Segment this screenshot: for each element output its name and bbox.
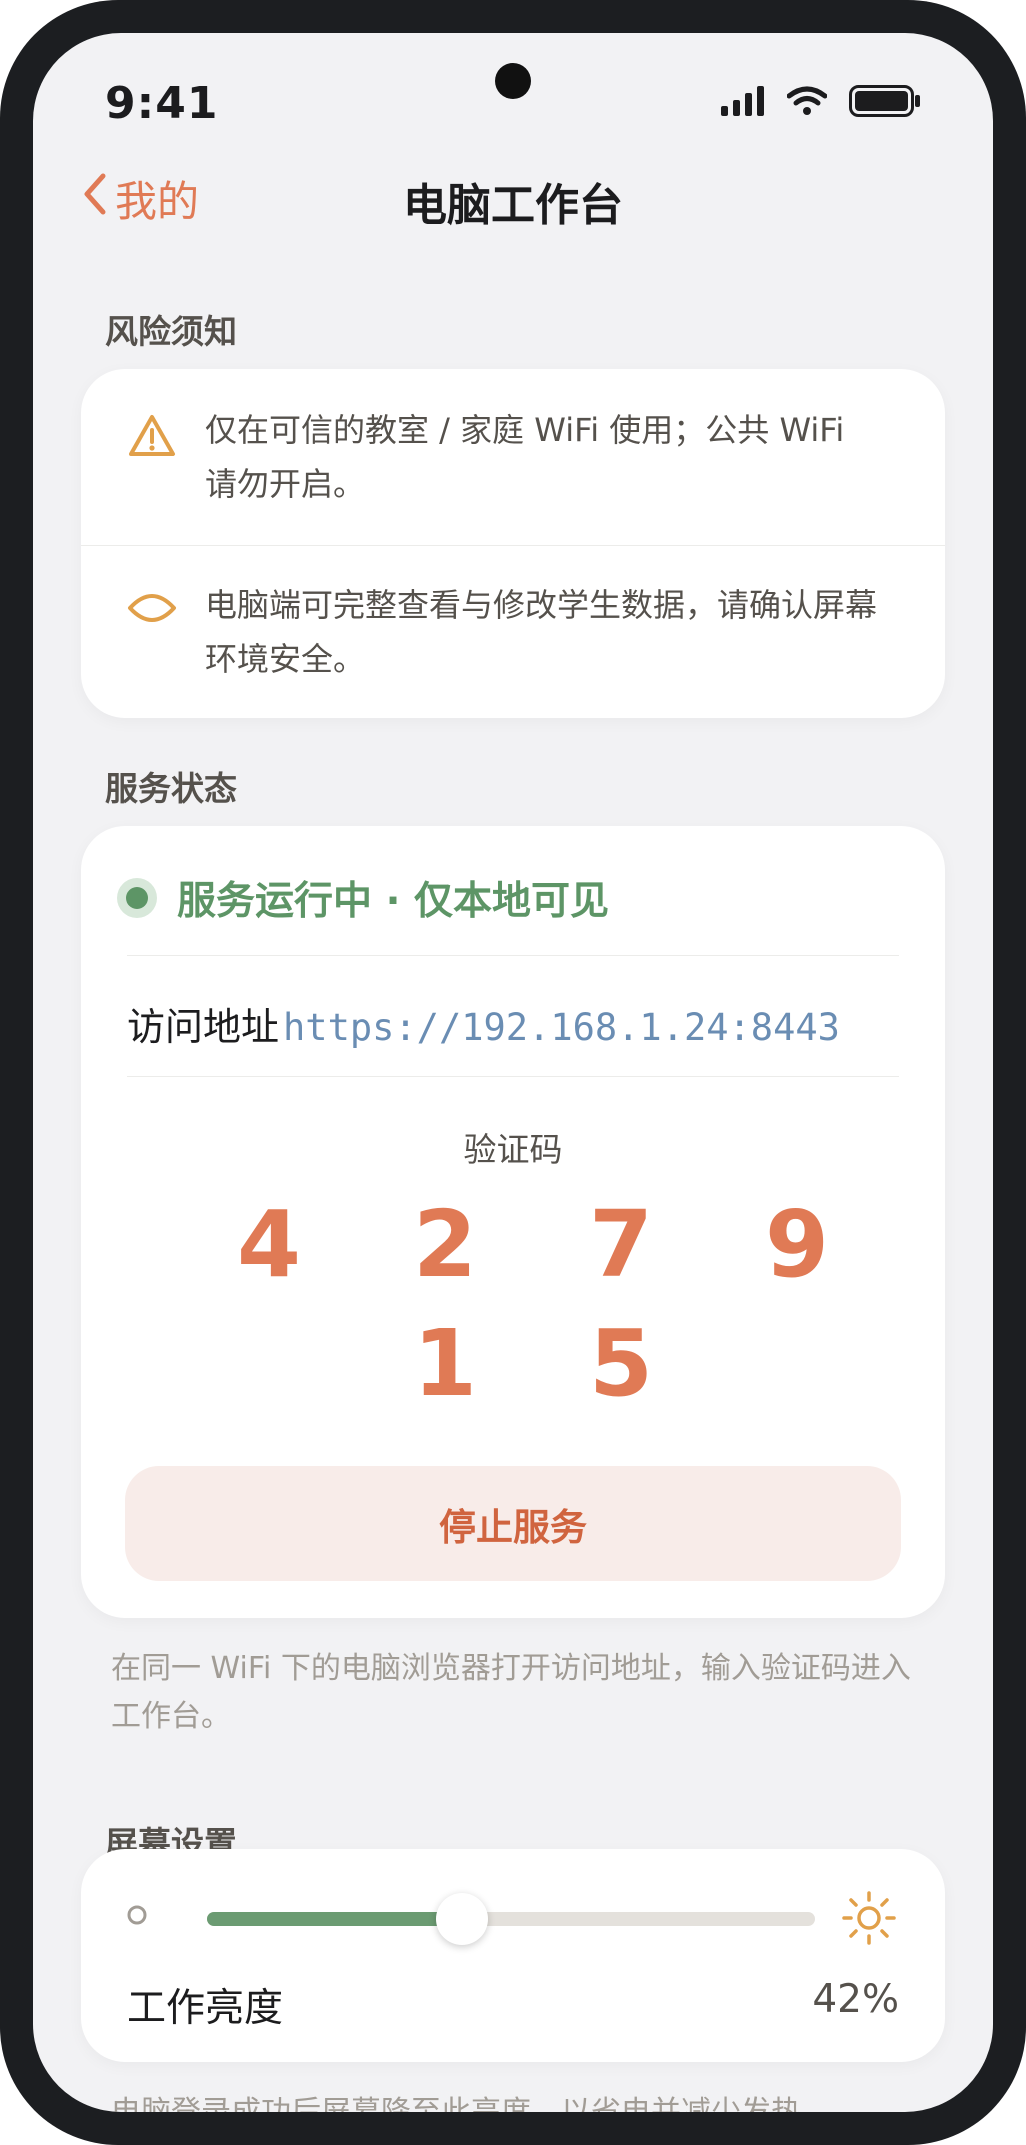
status-icons (721, 85, 921, 121)
brightness-slider-fill (207, 1912, 463, 1926)
address-url[interactable]: https://192.168.1.24:8443 (283, 1006, 840, 1049)
code-digit: 7 (588, 1191, 653, 1298)
code-digit: 4 (236, 1191, 301, 1298)
status-running-icon (117, 878, 157, 918)
risk-item-text: 仅在可信的教室 / 家庭 WiFi 使用；公共 WiFi 请勿开启。 (205, 411, 845, 503)
page-title: 电脑工作台 (403, 180, 623, 231)
service-status-text: 服务运行中 · 仅本地可见 (177, 879, 609, 924)
divider (127, 955, 899, 956)
address-row: 访问地址 https://192.168.1.24:8443 (127, 996, 840, 1051)
address-label: 访问地址 (127, 1005, 280, 1049)
stop-service-button[interactable]: 停止服务 (125, 1466, 901, 1581)
service-card: 服务运行中 · 仅本地可见 访问地址 https://192.168.1.24:… (81, 826, 945, 1618)
screen-settings-hint: 电脑登录成功后屏幕降至此亮度，以省电并减少发热。 (111, 2089, 931, 2112)
wifi-icon (786, 86, 828, 120)
brightness-value: 42% (812, 1977, 899, 2022)
code-digit: 1 (412, 1310, 477, 1417)
battery-icon (849, 85, 921, 121)
service-section-title: 服务状态 (105, 769, 237, 808)
code-digit: 9 (764, 1191, 829, 1298)
risk-section-title: 风险须知 (105, 312, 237, 351)
risk-item-text: 电脑端可完整查看与修改学生数据，请确认屏幕环境安全。 (205, 586, 878, 678)
status-time: 9:41 (105, 78, 219, 129)
divider (127, 1076, 899, 1077)
device-frame: 9:41 我的 电脑工作台 风险须知 仅在可信的教室 / 家庭 WiFi 使用；… (0, 0, 1026, 2145)
brightness-low-icon (125, 1903, 149, 1931)
front-camera (495, 63, 531, 99)
brightness-high-icon (841, 1890, 897, 1950)
brightness-label: 工作亮度 (127, 1986, 284, 2031)
screen: 9:41 我的 电脑工作台 风险须知 仅在可信的教室 / 家庭 WiFi 使用；… (33, 33, 993, 2112)
warning-triangle-icon (127, 413, 177, 463)
verification-code-label: 验证码 (463, 1130, 563, 1169)
service-hint: 在同一 WiFi 下的电脑浏览器打开访问地址，输入验证码进入工作台。 (111, 1651, 911, 1734)
screen-settings-card: 工作亮度 42% (81, 1849, 945, 2062)
risk-card: 仅在可信的教室 / 家庭 WiFi 使用；公共 WiFi 请勿开启。 电脑端可完… (81, 369, 945, 718)
code-digit: 5 (588, 1310, 653, 1417)
code-digit: 2 (412, 1191, 477, 1298)
risk-item: 电脑端可完整查看与修改学生数据，请确认屏幕环境安全。 (81, 546, 945, 718)
eye-icon (127, 590, 177, 630)
service-status: 服务运行中 · 仅本地可见 (117, 870, 609, 926)
brightness-slider-thumb[interactable] (436, 1893, 489, 1945)
cellular-signal-icon (721, 86, 765, 120)
risk-item: 仅在可信的教室 / 家庭 WiFi 使用；公共 WiFi 请勿开启。 (81, 369, 945, 545)
brightness-slider[interactable] (207, 1893, 815, 1945)
